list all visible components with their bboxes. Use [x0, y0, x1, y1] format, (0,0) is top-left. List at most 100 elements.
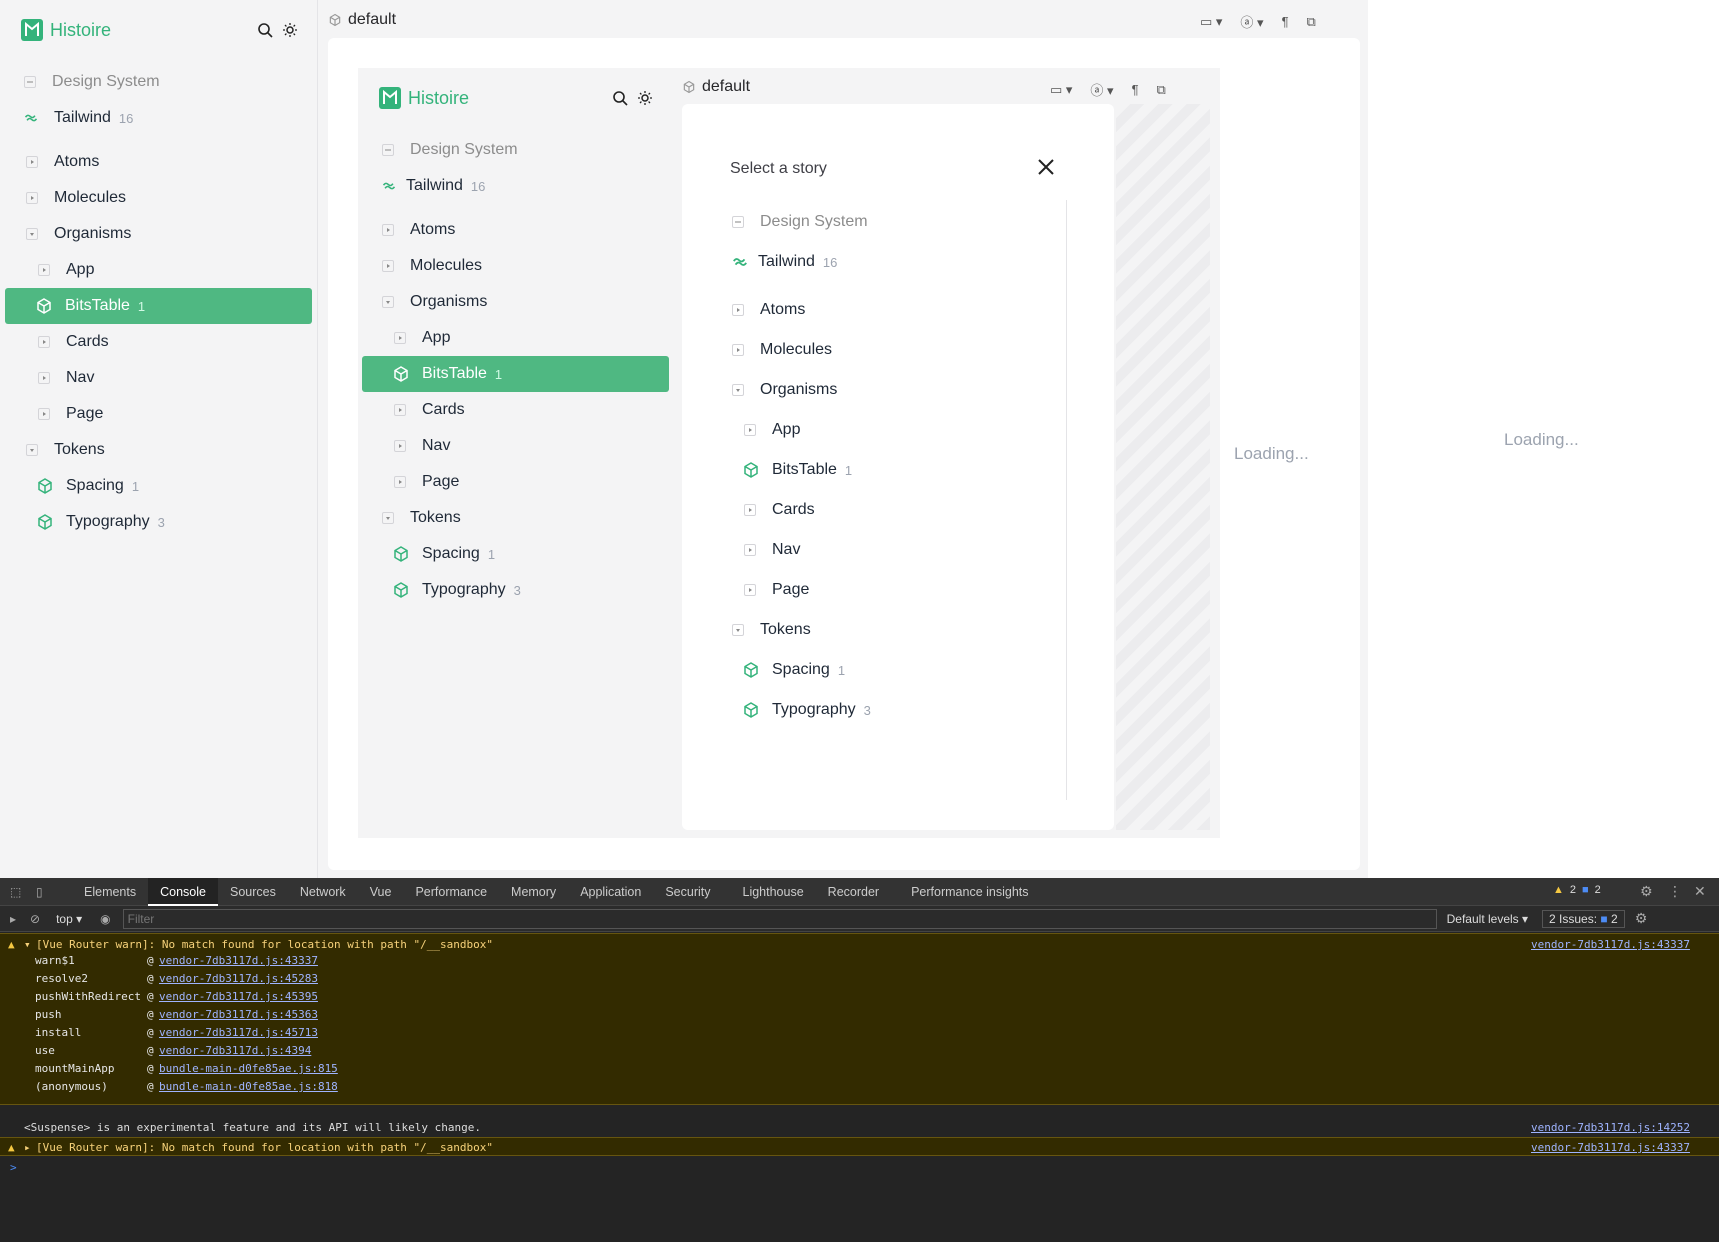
device-toolbar-icon[interactable]: ▯ [36, 885, 54, 899]
tree-item-tailwind[interactable]: Tailwind 16 [732, 242, 1054, 282]
histoire-logo[interactable]: Histoire [20, 18, 111, 42]
background-icon[interactable]: ⓐ ▾ [1240, 12, 1263, 31]
modal-scrollbar[interactable] [1066, 200, 1067, 800]
story-title: default [702, 78, 751, 95]
tree-folder-organisms[interactable]: Organisms [358, 284, 673, 320]
tree-group-design-system[interactable]: Design System [0, 64, 317, 100]
inspect-element-icon[interactable]: ⬚ [10, 885, 28, 899]
tree-item-bitstable[interactable]: BitsTable 1 [5, 288, 312, 324]
tree-folder-cards[interactable]: Cards [358, 392, 673, 428]
tab-sources[interactable]: Sources [218, 878, 288, 906]
tree-folder-nav[interactable]: Nav [732, 530, 1054, 570]
tree-folder-tokens[interactable]: Tokens [358, 500, 673, 536]
tree-item-typography[interactable]: Typography 3 [358, 572, 673, 608]
tab-network[interactable]: Network [288, 878, 358, 906]
devtools-counters[interactable]: ▲ 2 ■ 2 [1553, 884, 1601, 896]
warning-source-link[interactable]: vendor-7db3117d.js:43337 [1531, 938, 1690, 951]
tree-group-design-system[interactable]: Design System [732, 202, 1054, 242]
theme-toggle-icon[interactable] [282, 22, 298, 38]
tree-folder-tokens[interactable]: Tokens [732, 610, 1054, 650]
search-icon[interactable] [612, 90, 628, 106]
tree-item-spacing[interactable]: Spacing 1 [0, 468, 317, 504]
expand-triangle-icon[interactable]: ▾ [24, 938, 31, 951]
stack-link[interactable]: vendor-7db3117d.js:43337 [159, 954, 318, 967]
tree-item-tailwind[interactable]: Tailwind 16 [0, 100, 317, 136]
tree-item-typography[interactable]: Typography 3 [732, 690, 1054, 730]
tree-folder-atoms[interactable]: Atoms [732, 290, 1054, 330]
histoire-logo-icon [379, 87, 401, 109]
tree-folder-cards[interactable]: Cards [732, 490, 1054, 530]
tree-folder-organisms[interactable]: Organisms [732, 370, 1054, 410]
tree-item-spacing[interactable]: Spacing 1 [732, 650, 1054, 690]
tree-folder-cards[interactable]: Cards [0, 324, 317, 360]
tree-folder-nav[interactable]: Nav [358, 428, 673, 464]
background-icon[interactable]: ⓐ ▾ [1090, 80, 1113, 99]
clear-console-icon[interactable]: ⊘ [30, 912, 40, 926]
chevron-right-icon [744, 504, 756, 516]
open-new-tab-icon[interactable]: ⧉ [1157, 82, 1166, 98]
log-levels-select[interactable]: Default levels ▾ [1447, 912, 1528, 926]
responsive-icon[interactable]: ▭ ▾ [1050, 82, 1072, 98]
tree-group-design-system[interactable]: Design System [358, 132, 673, 168]
tree-item-bitstable[interactable]: BitsTable 1 [362, 356, 669, 392]
stack-link[interactable]: vendor-7db3117d.js:45395 [159, 990, 318, 1003]
tab-memory[interactable]: Memory [499, 878, 568, 906]
console-settings-icon[interactable]: ⚙ [1635, 910, 1648, 927]
search-icon[interactable] [257, 22, 273, 38]
rtl-icon[interactable]: ¶ [1282, 14, 1289, 29]
open-new-tab-icon[interactable]: ⧉ [1307, 14, 1316, 30]
tree-folder-page[interactable]: Page [732, 570, 1054, 610]
console-prompt[interactable]: > [10, 1161, 17, 1174]
tree-folder-atoms[interactable]: Atoms [358, 212, 673, 248]
tree-folder-molecules[interactable]: Molecules [358, 248, 673, 284]
tree-folder-tokens[interactable]: Tokens [0, 432, 317, 468]
tree-folder-molecules[interactable]: Molecules [732, 330, 1054, 370]
tree-folder-app[interactable]: App [732, 410, 1054, 450]
close-icon[interactable] [1036, 157, 1056, 177]
tree-folder-atoms[interactable]: Atoms [0, 144, 317, 180]
tab-application[interactable]: Application [568, 878, 653, 906]
stack-link[interactable]: vendor-7db3117d.js:45363 [159, 1008, 318, 1021]
issues-button[interactable]: 2 Issues: ■ 2 [1542, 909, 1625, 928]
responsive-icon[interactable]: ▭ ▾ [1200, 14, 1222, 30]
tab-security[interactable]: Security [653, 878, 722, 906]
expand-triangle-icon[interactable]: ▸ [24, 1141, 31, 1154]
tab-performance-insights[interactable]: Performance insights [899, 878, 1040, 906]
tree-folder-molecules[interactable]: Molecules [0, 180, 317, 216]
tree-item-bitstable[interactable]: BitsTable 1 [732, 450, 1054, 490]
more-icon[interactable]: ⋮ [1668, 883, 1682, 900]
tree-folder-app[interactable]: App [0, 252, 317, 288]
tree-folder-organisms[interactable]: Organisms [0, 216, 317, 252]
live-expression-icon[interactable]: ◉ [100, 912, 110, 926]
tab-console[interactable]: Console [148, 877, 218, 906]
theme-toggle-icon[interactable] [637, 90, 653, 106]
tree-folder-app[interactable]: App [358, 320, 673, 356]
tab-elements[interactable]: Elements [72, 878, 148, 906]
stack-at: @ [147, 1026, 154, 1039]
tree-item-tailwind[interactable]: Tailwind 16 [358, 168, 673, 204]
stack-link[interactable]: vendor-7db3117d.js:45713 [159, 1026, 318, 1039]
console-filter-input[interactable] [122, 908, 1437, 929]
tree-item-typography[interactable]: Typography 3 [0, 504, 317, 540]
rtl-icon[interactable]: ¶ [1132, 82, 1139, 97]
tab-recorder[interactable]: Recorder [816, 878, 891, 906]
tab-lighthouse[interactable]: Lighthouse [731, 878, 816, 906]
tree-item-spacing[interactable]: Spacing 1 [358, 536, 673, 572]
warning-source-link[interactable]: vendor-7db3117d.js:43337 [1531, 1141, 1690, 1154]
histoire-logo[interactable]: Histoire [378, 86, 469, 110]
tree-folder-page[interactable]: Page [358, 464, 673, 500]
tree-folder-nav[interactable]: Nav [0, 360, 317, 396]
tree-folder-page[interactable]: Page [0, 396, 317, 432]
sidebar-toggle-icon[interactable]: ▸ [10, 912, 16, 926]
chevron-down-icon [382, 296, 394, 308]
settings-icon[interactable]: ⚙ [1640, 883, 1653, 900]
stack-link[interactable]: vendor-7db3117d.js:45283 [159, 972, 318, 985]
tab-vue[interactable]: Vue [358, 878, 404, 906]
stack-link[interactable]: bundle-main-d0fe85ae.js:815 [159, 1062, 338, 1075]
stack-link[interactable]: bundle-main-d0fe85ae.js:818 [159, 1080, 338, 1093]
context-select[interactable]: top ▾ [56, 912, 82, 926]
stack-link[interactable]: vendor-7db3117d.js:4394 [159, 1044, 311, 1057]
close-devtools-icon[interactable]: ✕ [1694, 883, 1706, 900]
tab-performance[interactable]: Performance [403, 878, 499, 906]
log-source-link[interactable]: vendor-7db3117d.js:14252 [1531, 1121, 1690, 1134]
